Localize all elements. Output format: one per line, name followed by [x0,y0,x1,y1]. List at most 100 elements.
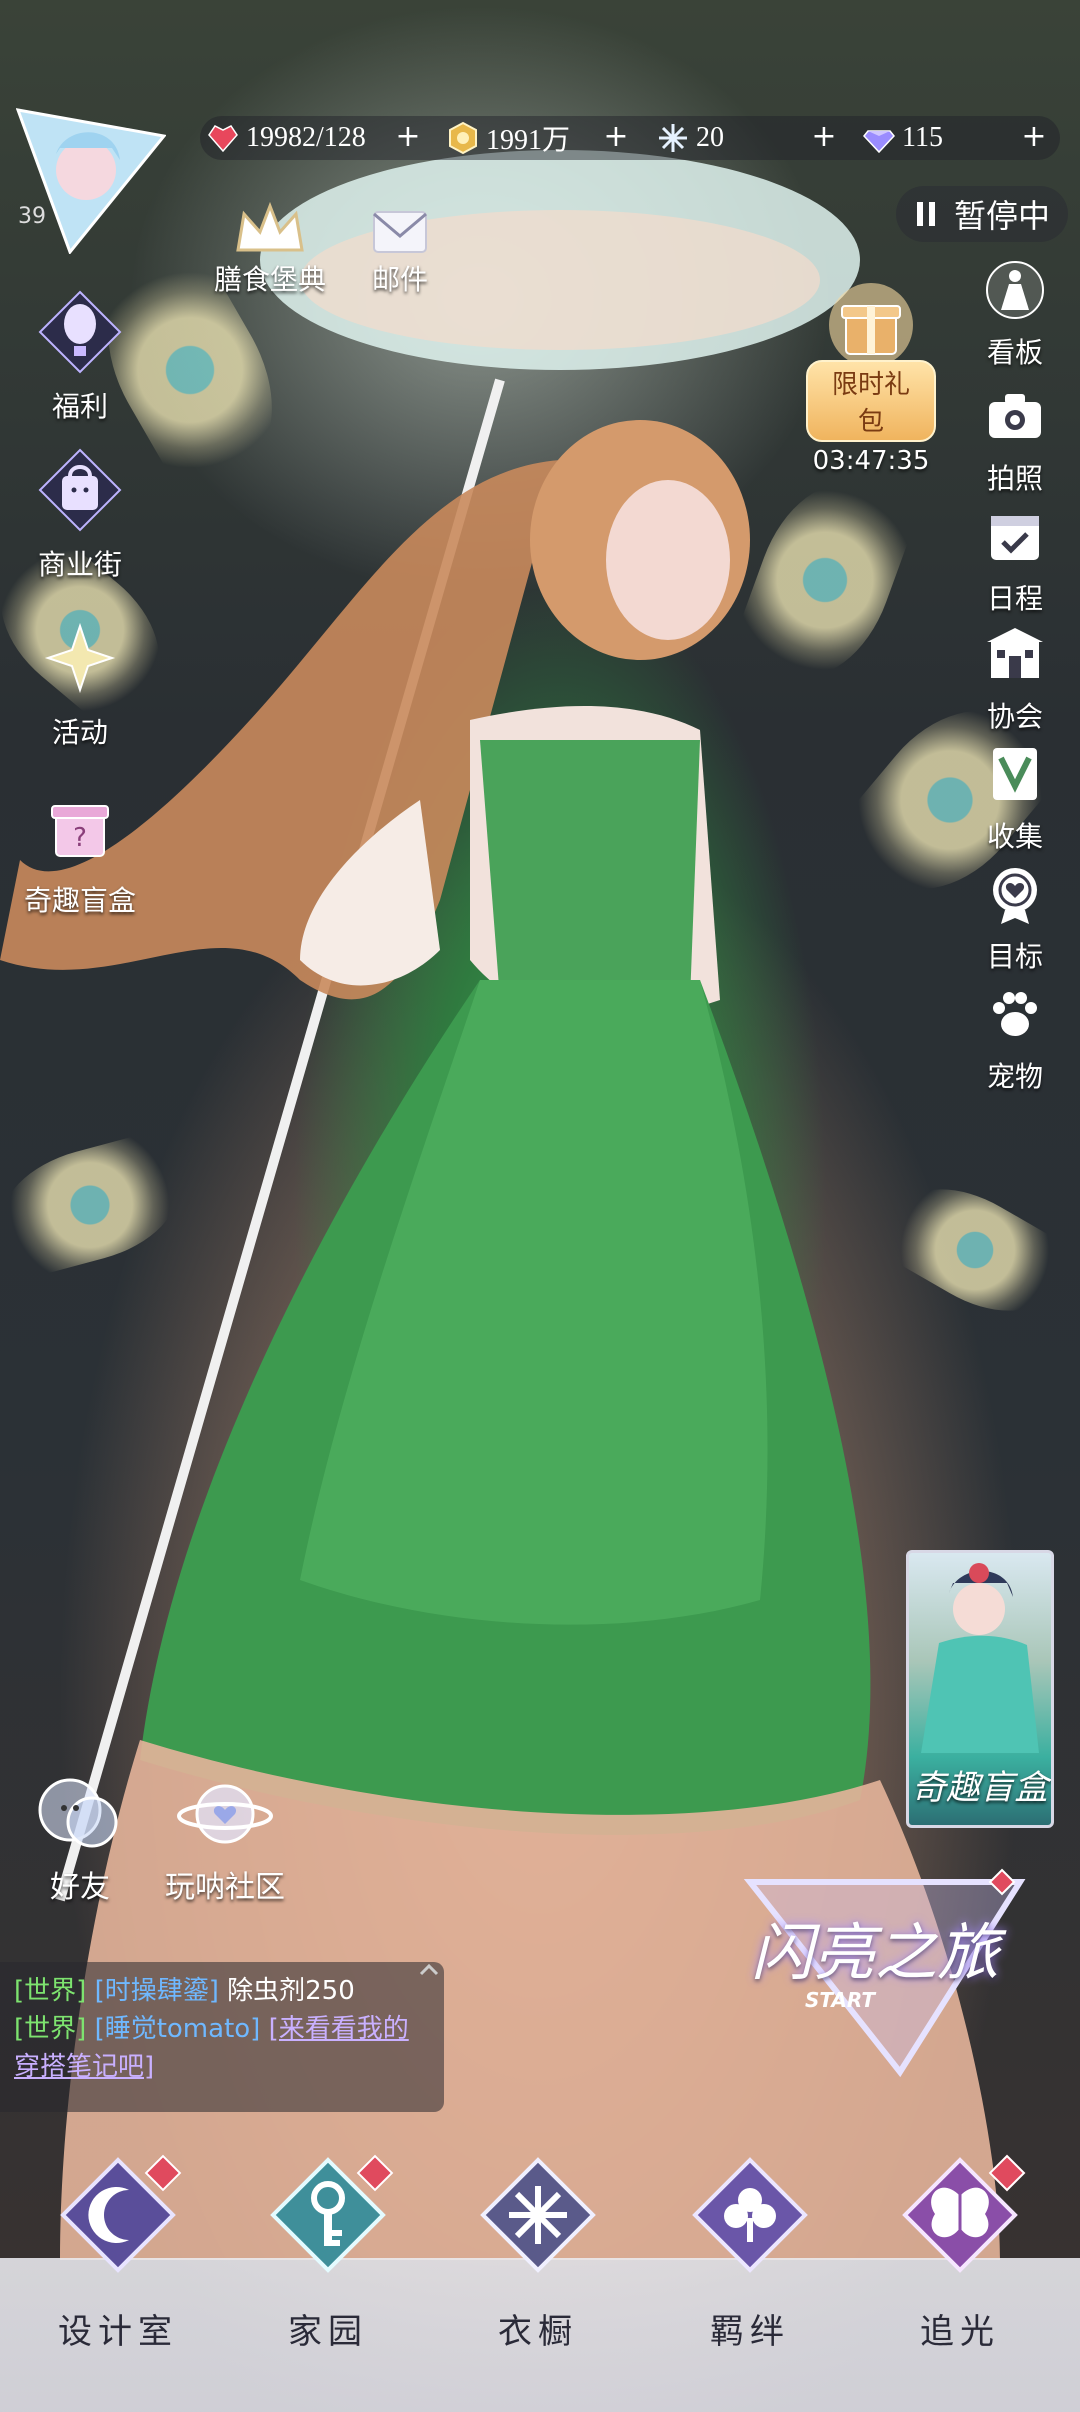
guild-building-icon [987,628,1043,678]
blindbox-promo-card[interactable]: 奇趣盲盒 [906,1550,1054,1828]
community-button[interactable]: 玩呐社区 [150,1770,300,1906]
nav-home[interactable]: 家园 [258,2154,398,2353]
showcase-label: 看板 [986,336,1043,369]
gold-resource: 1991万 [446,116,570,160]
guild-label: 协会 [986,700,1043,733]
goals-label: 目标 [986,940,1043,973]
diamond-icon [863,130,895,154]
chat-expand-icon[interactable] [418,1962,440,1978]
menu-showcase[interactable]: 看板 [960,258,1070,371]
friends-button[interactable]: 好友 [22,1770,138,1906]
chat-username[interactable]: [时操肆鎏] [95,1976,219,2006]
snowflake-crystal-icon [659,124,687,152]
community-label: 玩呐社区 [165,1870,285,1905]
svg-text:?: ? [73,823,87,853]
add-crystal-button[interactable]: + [808,122,840,154]
camera-icon [989,394,1041,438]
welfare-label: 福利 [51,390,108,423]
nav-chase-light[interactable]: 追光 [890,2154,1030,2353]
diamond-value: 115 [902,122,943,153]
gift-box-icon [829,283,913,367]
friends-bubble-icon [38,1778,118,1848]
menu-schedule[interactable]: 日程 [960,504,1070,617]
add-gold-button[interactable]: + [600,122,632,154]
menu-welfare[interactable]: 福利 [10,290,150,425]
nav-wardrobe[interactable]: 衣橱 [468,2156,608,2353]
blindbox-promo-label: 奇趣盲盒 [912,1768,1048,1808]
limited-gift-button[interactable]: 限时礼包 03:47:35 [806,280,936,476]
clover-icon [692,2157,808,2273]
chat-channel: [世界] [14,1976,87,2006]
shopping-street-label: 商业街 [37,548,122,581]
menu-photo[interactable]: 拍照 [960,384,1070,497]
player-avatar[interactable] [16,104,166,254]
mail-label: 邮件 [371,263,428,296]
world-chat-panel[interactable]: [世界] [时操肆鎏] 除虫剂250 [世界] [睡觉tomato] [来看看我… [0,1962,444,2112]
friends-label: 好友 [50,1870,110,1905]
chase-light-label: 追光 [920,2312,1000,2352]
calendar-check-icon [991,516,1039,560]
menu-activities[interactable]: 活动 [10,616,150,751]
chat-message: [世界] [睡觉tomato] [来看看我的穿搭笔记吧] [14,2010,430,2086]
stamina-value: 19982/128 [246,122,366,153]
menu-pets[interactable]: 宠物 [960,982,1070,1095]
pause-button[interactable]: 暂停中 [896,186,1069,242]
dress-figure-icon [986,261,1044,319]
add-diamond-button[interactable]: + [1018,122,1050,154]
pets-label: 宠物 [986,1060,1043,1093]
promo-character-art [921,1563,1039,1753]
paw-icon [993,992,1037,1036]
crystal-value: 20 [696,122,724,153]
sparkle-star-icon [44,622,116,694]
mail-icon [373,211,427,253]
schedule-label: 日程 [986,582,1043,615]
menu-goals[interactable]: 目标 [960,862,1070,975]
gift-timer: 03:47:35 [812,446,930,476]
leaf-decoration [729,463,921,697]
chat-text: 除虫剂250 [227,1976,355,2006]
nav-design-studio[interactable]: 设计室 [48,2154,188,2353]
home-label: 家园 [288,2312,368,2352]
shining-journey-button[interactable]: 闪亮之旅 START [730,1862,1030,2082]
chat-message: [世界] [时操肆鎏] 除虫剂250 [14,1972,430,2010]
crystal-resource: 20 [656,116,724,160]
snowflake-icon [480,2157,596,2273]
menu-shopping-street[interactable]: 商业街 [10,448,150,583]
gift-label: 限时礼包 [806,360,936,442]
menu-book-button[interactable]: 膳食堡典 [200,200,340,298]
menu-guild[interactable]: 协会 [960,622,1070,735]
pause-icon [917,202,935,226]
planet-heart-icon [177,1784,273,1844]
player-level: 39 [18,204,46,229]
bonds-label: 羁绊 [710,2312,790,2352]
design-studio-label: 设计室 [58,2312,178,2352]
crown-icon [236,201,304,252]
heart-medal-icon [993,868,1037,924]
nav-bonds[interactable]: 羁绊 [680,2156,820,2353]
menu-mystery-box[interactable]: ? 奇趣盲盒 [10,784,150,919]
leaf-decoration [876,1164,1074,1336]
collection-book-icon [993,748,1037,800]
heart-gem-icon [208,125,238,153]
stamina-resource: 19982/128 [206,116,366,160]
mail-button[interactable]: 邮件 [350,200,450,298]
activities-label: 活动 [51,716,108,749]
chat-username[interactable]: [睡觉tomato] [95,2014,261,2044]
add-stamina-button[interactable]: + [392,122,424,154]
mystery-box-label: 奇趣盲盒 [23,884,136,917]
wardrobe-label: 衣橱 [498,2312,578,2352]
diamond-resource: 115 [862,116,943,160]
hot-air-balloon-icon [38,290,122,374]
shopping-bag-icon [38,448,122,532]
photo-label: 拍照 [986,462,1043,495]
gold-value: 1991万 [486,125,571,156]
journey-start-label: START [804,1988,876,2012]
coin-icon [449,121,477,155]
menu-book-label: 膳食堡典 [213,263,326,296]
menu-collection[interactable]: 收集 [960,742,1070,855]
mystery-box-icon: ? [51,805,109,857]
chat-channel: [世界] [14,2014,87,2044]
collection-label: 收集 [986,820,1043,853]
journey-title: 闪亮之旅 [750,1916,999,1989]
leaf-decoration [0,1128,192,1282]
